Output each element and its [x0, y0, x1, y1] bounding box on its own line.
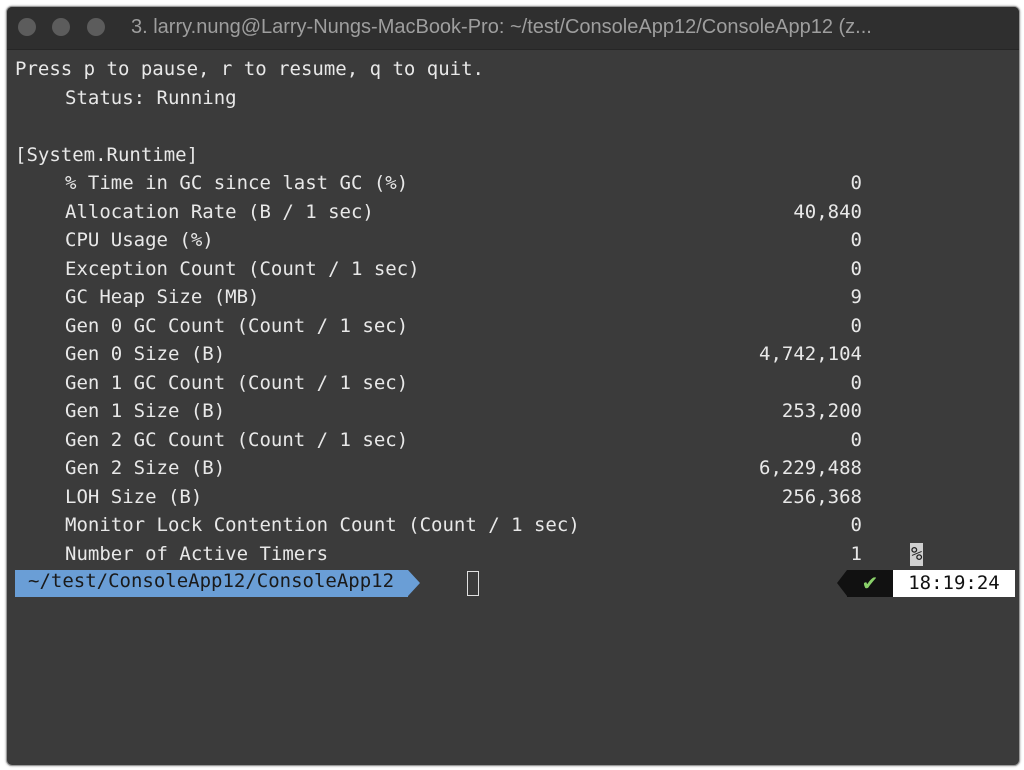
counter-row: Exception Count (Count / 1 sec) 0 — [15, 255, 1015, 284]
counter-name: % Time in GC since last GC (%) — [65, 172, 409, 194]
counter-row: Gen 1 Size (B) 253,200 — [15, 397, 1015, 426]
counter-name: Gen 0 Size (B) — [65, 343, 226, 365]
counter-row: Allocation Rate (B / 1 sec) 40,840 — [15, 198, 1015, 227]
prompt-line[interactable]: ~/test/ConsoleApp12/ConsoleApp12 ✔ 18:19… — [15, 570, 1015, 597]
counter-value: 40,840 — [793, 200, 862, 223]
counter-row: Number of Active Timers 1% — [15, 540, 1015, 569]
counter-name: Allocation Rate (B / 1 sec) — [65, 200, 374, 223]
counter-row: Gen 0 Size (B) 4,742,104 — [15, 340, 1015, 369]
counter-value: 0 — [850, 428, 862, 451]
status-segment-arrow — [837, 570, 847, 596]
counter-value: 0 — [850, 229, 862, 251]
counter-name: Gen 2 GC Count (Count / 1 sec) — [65, 428, 409, 451]
counter-value: 253,200 — [781, 400, 862, 422]
success-check-icon: ✔ — [847, 570, 893, 597]
prompt-time: 18:19:24 — [893, 570, 1015, 597]
title-bar[interactable]: 3. larry.nung@Larry-Nungs-MacBook-Pro: ~… — [7, 7, 1019, 50]
counter-row: Monitor Lock Contention Count (Count / 1… — [15, 511, 1015, 540]
path-segment-arrow — [408, 570, 420, 596]
counter-name: Gen 1 Size (B) — [65, 400, 226, 422]
terminal-output[interactable]: Press p to pause, r to resume, q to quit… — [15, 55, 1015, 568]
status-line: Status: Running — [65, 86, 237, 109]
counter-value: 6,229,488 — [759, 457, 862, 479]
terminal-window: 3. larry.nung@Larry-Nungs-MacBook-Pro: ~… — [6, 6, 1020, 766]
counter-value: 0 — [850, 514, 862, 536]
minimize-button[interactable] — [52, 18, 70, 36]
counter-row: CPU Usage (%) 0 — [15, 226, 1015, 255]
counter-value: 0 — [850, 257, 862, 280]
counter-value: 9 — [850, 286, 862, 308]
counter-value: 0 — [850, 314, 862, 337]
counter-row: Gen 2 GC Count (Count / 1 sec) 0 — [15, 426, 1015, 455]
counter-row: Gen 1 GC Count (Count / 1 sec) 0 — [15, 369, 1015, 398]
partial-line-marker: % — [910, 542, 924, 566]
counter-value: 0 — [850, 371, 862, 394]
counter-name: GC Heap Size (MB) — [65, 286, 260, 308]
section-header: [System.Runtime] — [15, 143, 199, 166]
counter-name: Gen 2 Size (B) — [65, 457, 226, 479]
counter-value: 256,368 — [781, 485, 862, 508]
counter-name: Gen 1 GC Count (Count / 1 sec) — [65, 371, 409, 394]
counter-row: Gen 2 Size (B) 6,229,488 — [15, 454, 1015, 483]
prompt-path: ~/test/ConsoleApp12/ConsoleApp12 — [15, 570, 409, 597]
text-cursor — [467, 571, 479, 596]
counter-list: % Time in GC since last GC (%) 0 Allocatio… — [15, 169, 1015, 568]
counter-row: LOH Size (B) 256,368 — [15, 483, 1015, 512]
counter-name: Monitor Lock Contention Count (Count / 1… — [65, 514, 580, 536]
counter-name: LOH Size (B) — [65, 485, 203, 508]
counter-row: GC Heap Size (MB) 9 — [15, 283, 1015, 312]
zoom-button[interactable] — [87, 18, 105, 36]
window-title: 3. larry.nung@Larry-Nungs-MacBook-Pro: ~… — [131, 16, 872, 38]
counter-name: Exception Count (Count / 1 sec) — [65, 257, 420, 280]
counter-name: Gen 0 GC Count (Count / 1 sec) — [65, 314, 409, 337]
counter-name: Number of Active Timers — [65, 542, 329, 565]
counter-value: 1 — [850, 542, 862, 565]
close-button[interactable] — [18, 18, 36, 36]
counter-value: 0 — [850, 172, 862, 194]
counter-row: Gen 0 GC Count (Count / 1 sec) 0 — [15, 312, 1015, 341]
counter-value: 4,742,104 — [759, 343, 862, 365]
counter-name: CPU Usage (%) — [65, 229, 214, 251]
instructions-line: Press p to pause, r to resume, q to quit… — [15, 58, 484, 80]
counter-row: % Time in GC since last GC (%) 0 — [15, 169, 1015, 198]
